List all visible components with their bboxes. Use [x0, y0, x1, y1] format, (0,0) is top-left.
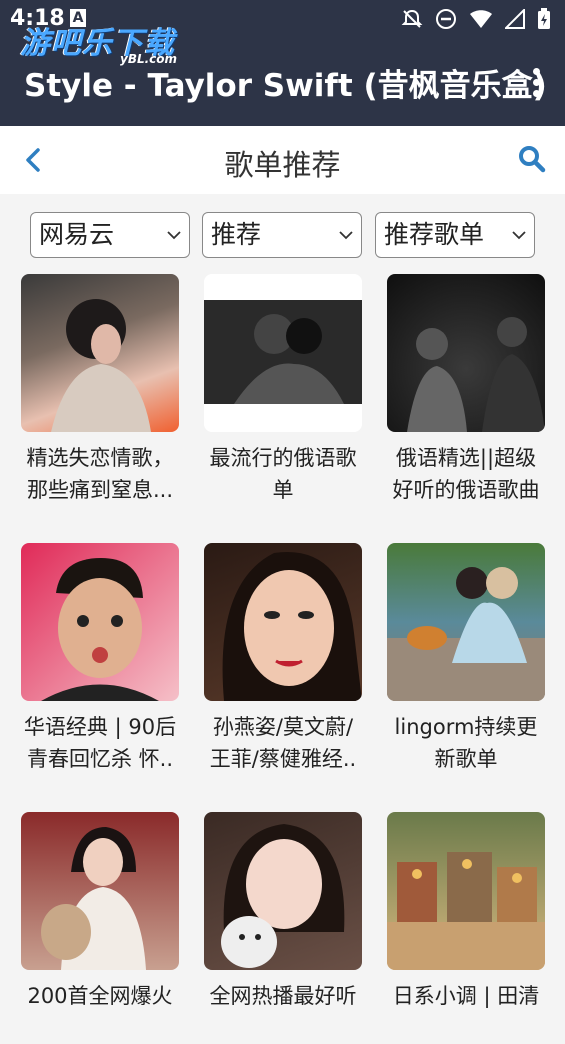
playlist-title: lingorm持续更 新歌单 — [394, 715, 538, 771]
search-icon[interactable] — [517, 144, 547, 174]
playlist-card[interactable]: 最流行的俄语歌单 — [204, 274, 362, 506]
playlist-title: 全网热播最好听 — [209, 984, 357, 1008]
playlist-title: 精选失恋情歌， 那些痛到窒息... — [26, 446, 174, 502]
playlist-title: 俄语精选||超级 好听的俄语歌曲 — [392, 446, 540, 502]
playlist-cover — [204, 812, 362, 970]
chevron-down-icon — [167, 231, 181, 240]
category-select-value: 推荐 — [211, 220, 262, 249]
playlist-title: 孙燕姿/莫文蔚/王菲/蔡健雅经.. — [209, 715, 357, 771]
wifi-icon — [470, 10, 492, 28]
battery-icon — [538, 8, 550, 29]
page-header: 歌单推荐 — [0, 126, 565, 194]
playlist-card[interactable]: 孙燕姿/莫文蔚/王菲/蔡健雅经.. — [204, 543, 362, 775]
page-title: 歌单推荐 — [224, 148, 341, 182]
filter-bar: 网易云 推荐 推荐歌单 — [30, 212, 536, 258]
type-select[interactable]: 推荐歌单 — [375, 212, 535, 258]
playlist-cover — [387, 543, 545, 701]
playlist-cover — [21, 543, 179, 701]
playlist-title: 最流行的俄语歌单 — [209, 446, 357, 502]
playlist-card[interactable]: 全网热播最好听 — [204, 812, 362, 1044]
playlist-title: 华语经典 | 90后 青春回忆杀 怀.. — [23, 715, 177, 771]
more-options-icon[interactable] — [529, 68, 543, 100]
do-not-disturb-icon — [436, 9, 456, 29]
source-select[interactable]: 网易云 — [30, 212, 190, 258]
playlist-cover — [21, 274, 179, 432]
signal-icon — [505, 9, 525, 29]
app-title: Style - Taylor Swift (昔枫音乐盒) — [24, 68, 547, 104]
playlist-card[interactable]: 日系小调 | 田清 — [387, 812, 545, 1044]
status-icons — [401, 8, 551, 30]
playlist-card[interactable]: 俄语精选||超级 好听的俄语歌曲 — [387, 274, 545, 506]
app-header: 4:18 A 游吧乐下载 yBL.com Style - Taylor Swif… — [0, 0, 565, 126]
playlist-card[interactable]: 200首全网爆火 — [21, 812, 179, 1044]
playlist-cover — [204, 543, 362, 701]
playlist-cover — [21, 812, 179, 970]
playlist-title: 200首全网爆火 — [27, 984, 173, 1008]
type-select-value: 推荐歌单 — [384, 220, 485, 249]
playlist-cover — [387, 812, 545, 970]
playlist-card[interactable]: 华语经典 | 90后 青春回忆杀 怀.. — [21, 543, 179, 775]
source-select-value: 网易云 — [39, 220, 115, 249]
playlist-card[interactable]: 精选失恋情歌， 那些痛到窒息... — [21, 274, 179, 506]
playlist-card[interactable]: lingorm持续更 新歌单 — [387, 543, 545, 775]
chevron-down-icon — [339, 231, 353, 240]
bell-off-icon — [401, 9, 423, 28]
category-select[interactable]: 推荐 — [202, 212, 362, 258]
playlist-cover — [387, 274, 545, 432]
playlist-title: 日系小调 | 田清 — [392, 984, 540, 1008]
playlist-cover — [204, 274, 362, 432]
chevron-down-icon — [512, 231, 526, 240]
